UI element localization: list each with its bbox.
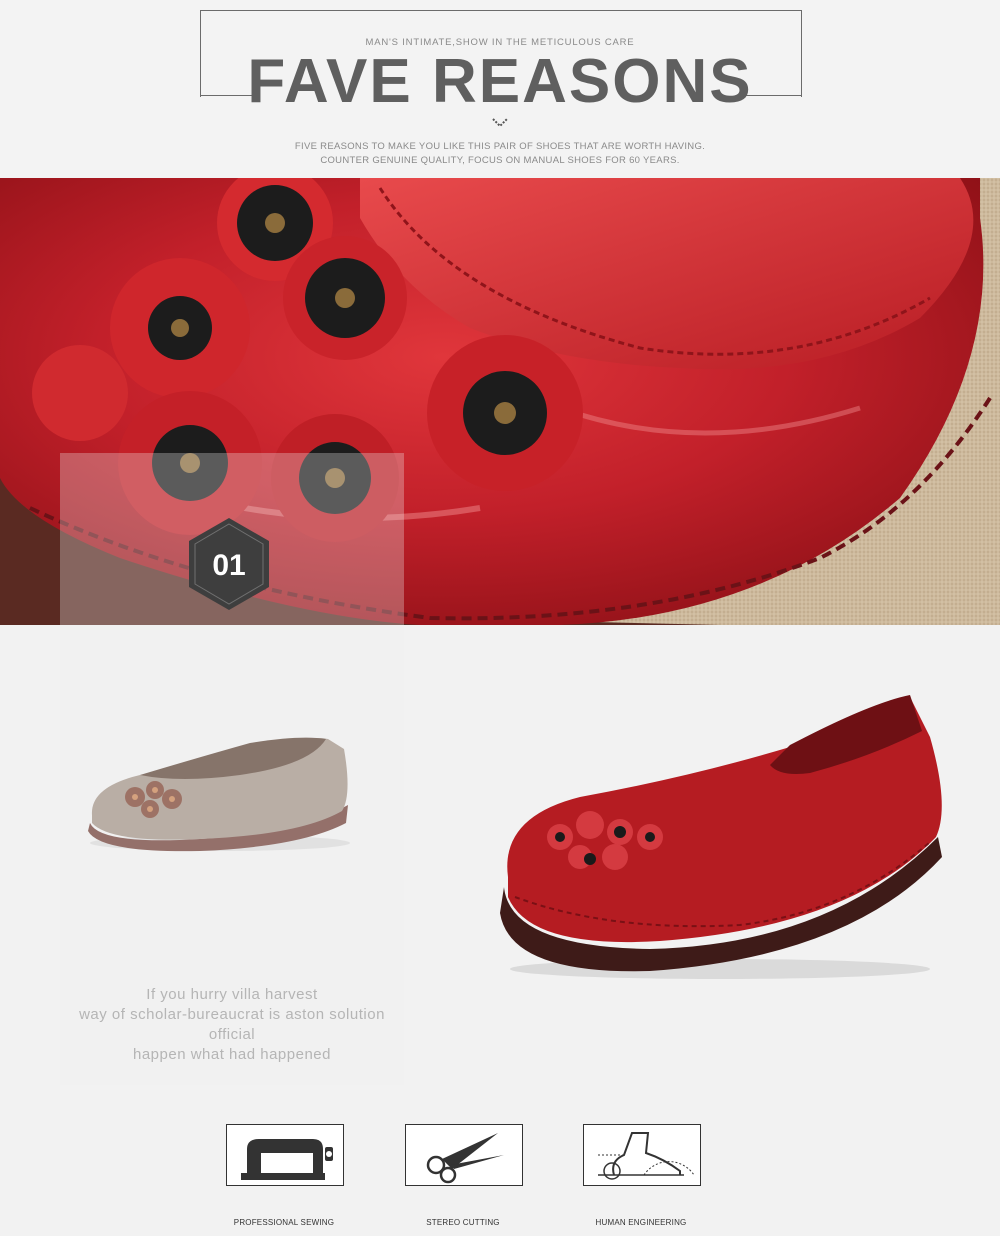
feature-human-engineering <box>583 1124 701 1186</box>
foot-ergonomics-icon <box>598 1132 695 1180</box>
subtitle-line-2: COUNTER GENUINE QUALITY, FOCUS ON MANUAL… <box>320 155 680 166</box>
number-badge: 01 <box>189 518 269 610</box>
feature-professional-sewing <box>226 1124 344 1186</box>
feature-label-engineering: HUMAN ENGINEERING <box>595 1218 687 1227</box>
scissors-icon <box>426 1133 504 1184</box>
caption-line-1: If you hurry villa harvest <box>146 986 318 1003</box>
feature-label-sewing: PROFESSIONAL SEWING <box>233 1218 335 1227</box>
page-title: FAVE REASONS <box>247 47 753 116</box>
feature-label-cutting: STEREO CUTTING <box>426 1218 500 1227</box>
sewing-machine-icon <box>241 1139 333 1180</box>
red-shoe-image <box>500 695 942 979</box>
subtitle-line-1: FIVE REASONS TO MAKE YOU LIKE THIS PAIR … <box>294 141 706 152</box>
caption-line-4: happen what had happened <box>132 1046 331 1063</box>
caption-line-3: official <box>208 1026 256 1043</box>
header-section: MAN'S INTIMATE,SHOW IN THE METICULOUS CA… <box>0 0 1000 178</box>
chevron-down-icon <box>492 118 508 128</box>
feature-stereo-cutting <box>405 1124 523 1186</box>
badge-number: 01 <box>212 549 245 582</box>
caption-line-2: way of scholar-bureaucrat is aston solut… <box>79 1006 385 1023</box>
